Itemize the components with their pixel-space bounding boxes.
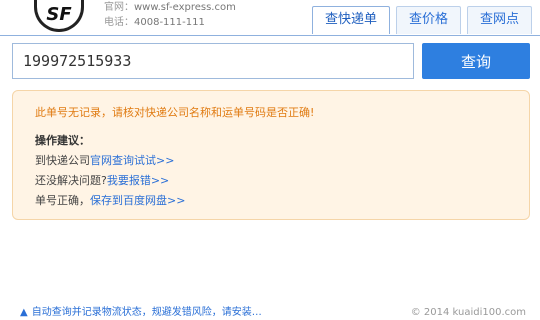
logo-text: SF (46, 4, 72, 25)
phone-row: 电话：4008-111-111 (104, 15, 236, 30)
footer-promo-text: 自动查询并记录物流状态，规避发错风险，请安装… (31, 307, 262, 318)
footer-promo[interactable]: ▲ 自动查询并记录物流状态，规避发错风险，请安装… (20, 306, 262, 320)
tab-bar: 查快递单 查价格 查网点 (311, 6, 532, 34)
save-to-baidu-link[interactable]: 保存到百度网盘>> (90, 194, 185, 207)
tab-find-outlet[interactable]: 查网点 (466, 6, 532, 34)
report-error-link[interactable]: 我要报错>> (107, 174, 169, 187)
header: SF 官网：www.sf-express.com 电话：4008-111-111… (0, 0, 540, 36)
official-query-link[interactable]: 官网查询试试>> (90, 154, 174, 167)
tab-check-price[interactable]: 查价格 (395, 6, 461, 34)
header-divider (0, 35, 540, 36)
search-row: 查询 (12, 43, 530, 79)
website-link[interactable]: www.sf-express.com (134, 2, 236, 13)
footer: ▲ 自动查询并记录物流状态，规避发错风险，请安装… © 2014 kuaidi10… (0, 306, 540, 320)
result-panel: 此单号无记录，请核对快递公司名称和运单号码是否正确! 操作建议： 到快递公司官网… (12, 90, 530, 220)
tracking-number-input[interactable] (12, 43, 414, 79)
up-arrow-icon: ▲ (20, 307, 28, 318)
query-page: SF 官网：www.sf-express.com 电话：4008-111-111… (0, 0, 540, 320)
phone-label: 电话： (104, 17, 134, 28)
suggestion-report-text: 还没解决问题? (35, 174, 107, 187)
suggestion-save: 单号正确，保存到百度网盘>> (35, 191, 507, 211)
suggestion-official-site: 到快递公司官网查询试试>> (35, 151, 507, 171)
query-button[interactable]: 查询 (422, 43, 530, 79)
website-label: 官网： (104, 2, 134, 13)
no-record-warning: 此单号无记录，请核对快递公司名称和运单号码是否正确! (35, 106, 315, 119)
suggestion-save-text: 单号正确， (35, 194, 90, 207)
copyright: © 2014 kuaidi100.com (410, 307, 526, 318)
suggestion-report: 还没解决问题?我要报错>> (35, 171, 507, 191)
company-info: 官网：www.sf-express.com 电话：4008-111-111 (104, 0, 236, 30)
sf-logo: SF (34, 0, 84, 32)
suggestion-official-text: 到快递公司 (35, 154, 90, 167)
website-row: 官网：www.sf-express.com (104, 0, 236, 15)
suggestion-title: 操作建议： (35, 134, 90, 147)
phone-number: 4008-111-111 (134, 17, 205, 28)
tab-track-waybill[interactable]: 查快递单 (311, 6, 390, 34)
